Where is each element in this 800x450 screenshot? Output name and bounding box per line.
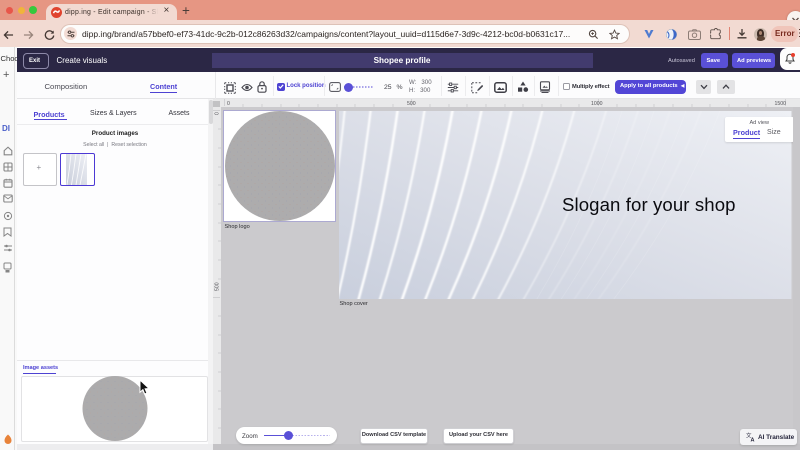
svg-text:500: 500 xyxy=(215,282,221,291)
svg-text:0: 0 xyxy=(215,112,221,115)
svg-text:0: 0 xyxy=(227,101,230,107)
svg-text:1500: 1500 xyxy=(775,101,787,107)
svg-text:1000: 1000 xyxy=(591,101,603,107)
svg-text:A: A xyxy=(751,438,755,443)
svg-text:500: 500 xyxy=(407,101,416,107)
